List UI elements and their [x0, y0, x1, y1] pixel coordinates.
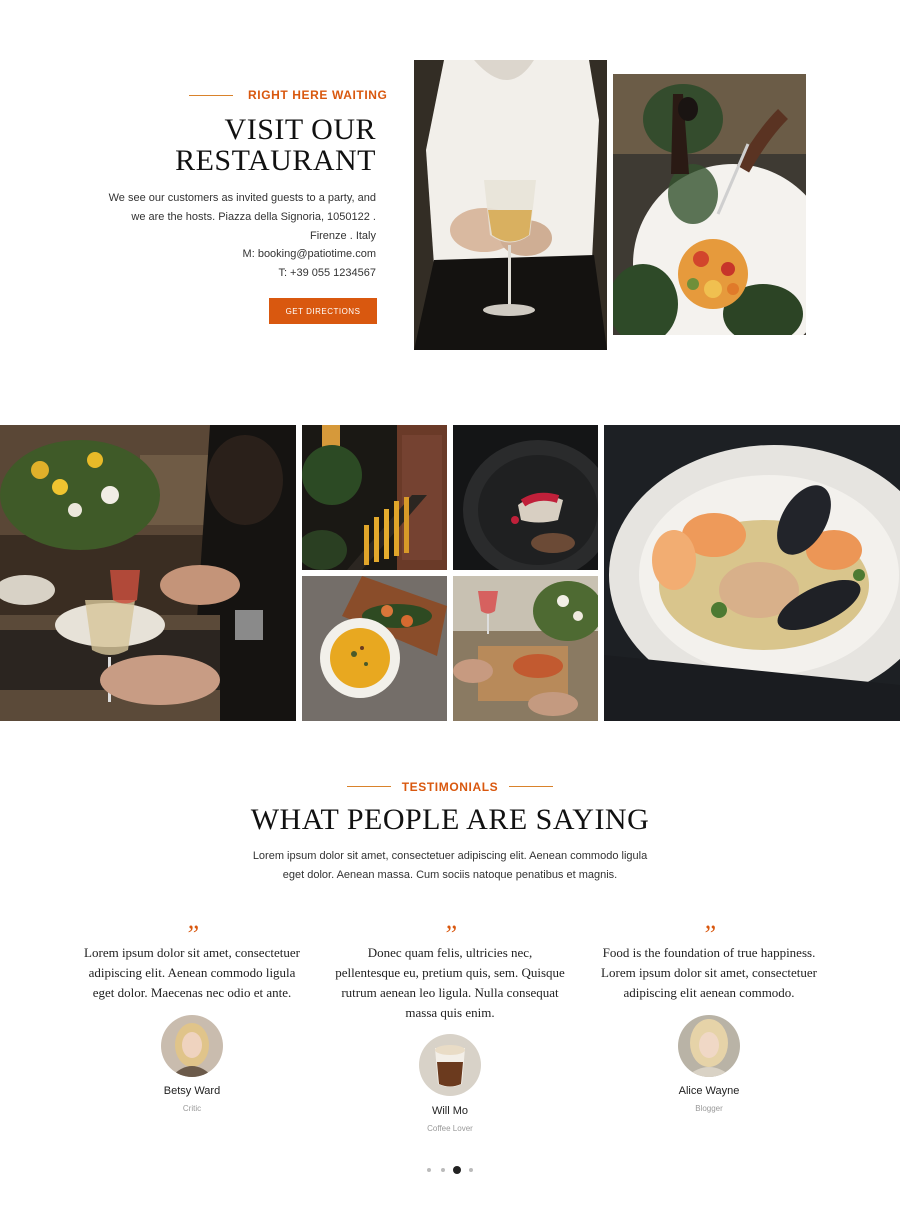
visit-title: VISIT OUR RESTAURANT: [116, 114, 376, 176]
testimonial-text: Lorem ipsum dolor sit amet, consectetuer…: [84, 945, 300, 1000]
plated-dish-photo: [613, 74, 806, 335]
avatar: [419, 1034, 481, 1096]
avatar: [678, 1015, 740, 1077]
visit-title-line2: RESTAURANT: [175, 144, 376, 177]
pager-dot-4[interactable]: [469, 1168, 473, 1172]
gallery-dessert-photo: [453, 425, 598, 570]
visit-description: We see our customers as invited guests t…: [108, 192, 376, 242]
testimonial-name: Will Mo: [431, 1105, 469, 1117]
gallery-dining-photo: [0, 425, 296, 721]
wine-glass-photo: [414, 60, 607, 350]
quote-icon: ”: [184, 920, 200, 949]
testimonials-title: WHAT PEOPLE ARE SAYING: [250, 803, 650, 836]
gallery-table-photo: [453, 576, 598, 721]
testimonial-role: Blogger: [695, 1104, 723, 1113]
avatar: [161, 1015, 223, 1077]
pager-dot-2[interactable]: [441, 1168, 445, 1172]
get-directions-button[interactable]: GET DIRECTIONS: [269, 298, 377, 324]
visit-eyebrow: RIGHT HERE WAITING: [248, 88, 388, 102]
testimonial-text: Food is the foundation of true happiness…: [601, 945, 817, 1000]
testimonial-text: Donec quam felis, ultricies nec, pellent…: [335, 945, 565, 1020]
testimonials-divider-right: [509, 786, 553, 787]
quote-icon: ”: [442, 920, 458, 949]
gallery-soup-photo: [302, 576, 447, 721]
gallery-seafood-photo: [604, 425, 900, 721]
quote-icon: ”: [701, 920, 717, 949]
visit-title-line1: VISIT OUR: [224, 113, 376, 146]
eyebrow-divider: [189, 95, 233, 96]
testimonial-name: Alice Wayne: [678, 1085, 740, 1097]
testimonial-name: Betsy Ward: [163, 1085, 221, 1097]
pager-dot-1[interactable]: [427, 1168, 431, 1172]
visit-phone: T: +39 055 1234567: [278, 267, 376, 279]
testimonial-role: Critic: [182, 1104, 202, 1113]
testimonials-subtitle: Lorem ipsum dolor sit amet, consectetuer…: [252, 850, 648, 881]
testimonial-role: Coffee Lover: [427, 1124, 473, 1133]
testimonials-eyebrow: TESTIMONIALS: [401, 780, 499, 794]
pager-dot-active[interactable]: [453, 1166, 461, 1174]
visit-email: M: booking@patiotime.com: [242, 248, 376, 260]
gallery-stairs-photo: [302, 425, 447, 570]
